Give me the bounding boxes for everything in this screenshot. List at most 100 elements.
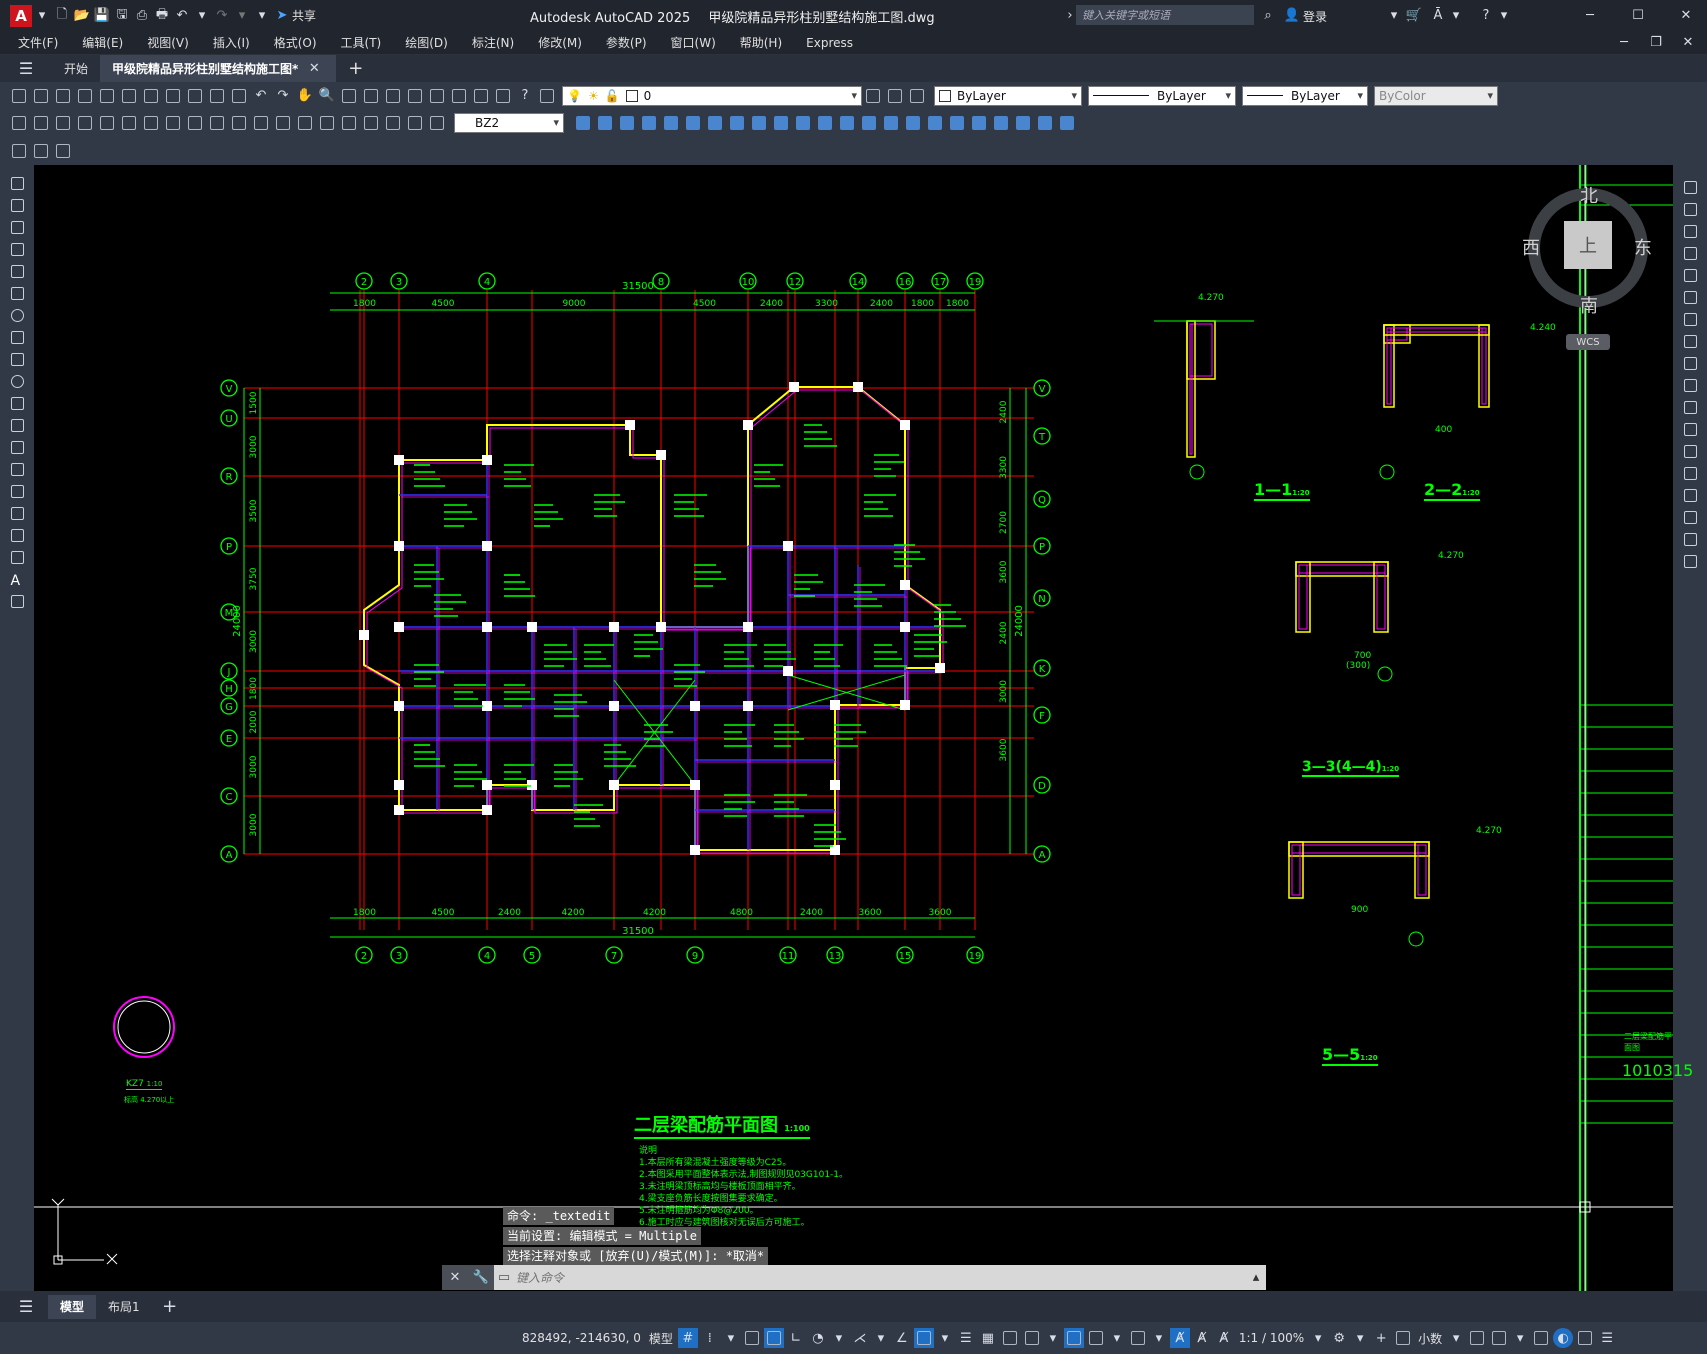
plot-preview-icon[interactable] (97, 86, 117, 106)
layer-properties-icon[interactable] (537, 86, 557, 106)
command-line[interactable]: ✕ 🔧 ▭ ▴ (442, 1265, 1266, 1290)
chevron-down-icon[interactable]: ▾ (234, 8, 250, 24)
arc-icon[interactable] (7, 283, 27, 303)
3d-array-icon[interactable] (991, 113, 1011, 133)
snap-icon[interactable]: ⁞ (700, 1328, 720, 1348)
workspace-gear-icon[interactable]: ⚙ (1329, 1328, 1349, 1348)
point-icon[interactable] (7, 459, 27, 479)
doc-restore-icon[interactable]: ❐ (1648, 35, 1664, 51)
model-space-canvas[interactable]: 2 3 4 8 10 12 14 16 17 19 2 3 4 5 7 9 11 13 15 19 V U R P M J H G E C… (34, 165, 1693, 1291)
search-input[interactable]: 键入关键字或短语 (1076, 5, 1254, 25)
cone-icon[interactable] (617, 113, 637, 133)
lineweight-toggle-icon[interactable]: ☰ (956, 1328, 976, 1348)
rotate-icon[interactable] (1680, 309, 1700, 329)
jogged-dim-icon[interactable] (119, 113, 139, 133)
diameter-dim-icon[interactable] (141, 113, 161, 133)
linetype-dropdown[interactable]: ByLayer ▾ (1088, 85, 1236, 106)
cart-icon[interactable]: 🛒 (1406, 7, 1422, 23)
gizmo-icon[interactable] (1128, 1328, 1148, 1348)
add-layout-icon[interactable]: + (162, 1296, 178, 1317)
extend-icon[interactable] (1680, 397, 1700, 417)
undo-icon[interactable]: ↶ (174, 8, 190, 24)
plot-icon[interactable]: 🖶 (154, 7, 170, 24)
command-input[interactable] (514, 1265, 1246, 1290)
isodraft-icon[interactable]: ⋌ (850, 1328, 870, 1348)
plotstyle-dropdown[interactable]: ByColor ▾ (1374, 85, 1498, 106)
grid-icon[interactable]: # (677, 1328, 698, 1348)
slice-icon[interactable] (1013, 113, 1033, 133)
tolerance-icon[interactable] (295, 113, 315, 133)
stretch-icon[interactable] (1680, 353, 1700, 373)
viewcube-south[interactable]: 南 (1580, 292, 1598, 318)
subtract-icon[interactable] (881, 113, 901, 133)
transparency-icon[interactable]: ▦ (978, 1328, 998, 1348)
3d-rotate-icon[interactable] (947, 113, 967, 133)
dim-text-edit-icon[interactable] (405, 113, 425, 133)
mtext-icon[interactable]: A (7, 569, 27, 589)
baseline-dim-icon[interactable] (207, 113, 227, 133)
dynamic-input-icon[interactable] (763, 1328, 784, 1348)
close-icon[interactable]: ✕ (1678, 7, 1694, 23)
menu-tools[interactable]: 工具(T) (329, 34, 394, 51)
extrude-icon[interactable] (749, 113, 769, 133)
3d-osnap-icon[interactable] (1022, 1328, 1042, 1348)
edit-reference-icon[interactable] (31, 141, 51, 161)
share-icon[interactable]: ➤ (274, 8, 290, 24)
menu-window[interactable]: 窗口(W) (659, 34, 728, 51)
auto-scale-icon[interactable]: Ⱥ (1192, 1328, 1212, 1348)
radius-dim-icon[interactable] (97, 113, 117, 133)
markup-icon[interactable] (471, 86, 491, 106)
cylinder-icon[interactable] (661, 113, 681, 133)
circle-icon[interactable] (7, 305, 27, 325)
3d-move-icon[interactable] (925, 113, 945, 133)
angular-dim-icon[interactable] (163, 113, 183, 133)
tab-document[interactable]: 甲级院精品异形柱别墅结构施工图* ✕ (100, 55, 337, 82)
object-snap-tracking-icon[interactable]: ∠ (892, 1328, 912, 1348)
share-label[interactable]: 共享 (292, 7, 316, 24)
menu-file[interactable]: 文件(F) (6, 34, 70, 51)
chevron-down-icon[interactable]: ▾ (1512, 1330, 1528, 1346)
publish-icon[interactable] (119, 86, 139, 106)
undo-icon[interactable]: ↶ (251, 86, 271, 106)
3d-align-icon[interactable] (969, 113, 989, 133)
wedge-icon[interactable] (595, 113, 615, 133)
tool-palettes-icon[interactable] (427, 86, 447, 106)
menu-modify[interactable]: 修改(M) (526, 34, 594, 51)
viewcube-face-top[interactable]: 上 (1564, 221, 1612, 269)
union-icon[interactable] (859, 113, 879, 133)
arc-length-icon[interactable] (53, 113, 73, 133)
new-tab-button[interactable]: + (336, 55, 375, 82)
open-folder-icon[interactable]: 📂 (74, 8, 90, 24)
loft-icon[interactable] (837, 113, 857, 133)
quick-properties-icon[interactable] (1467, 1328, 1487, 1348)
quick-dim-icon[interactable] (185, 113, 205, 133)
wrench-icon[interactable]: 🔧 (473, 1270, 489, 1286)
help-icon[interactable]: ? (1478, 7, 1494, 23)
color-dropdown[interactable]: ByLayer ▾ (934, 85, 1082, 106)
layer-state-icon[interactable] (907, 86, 927, 106)
selection-cycling-icon[interactable] (1000, 1328, 1020, 1348)
ellipse-arc-icon[interactable] (7, 393, 27, 413)
copy-object-icon[interactable] (1680, 199, 1700, 219)
tab-close-icon[interactable]: ✕ (306, 61, 322, 77)
units-value[interactable]: 小数 (1418, 1330, 1442, 1347)
chevron-down-icon[interactable]: ▾ (1448, 7, 1464, 23)
fillet-icon[interactable] (1680, 507, 1700, 527)
tab-start[interactable]: 开始 (52, 55, 100, 82)
cut-icon[interactable] (163, 86, 183, 106)
menu-view[interactable]: 视图(V) (135, 34, 201, 51)
chevron-down-icon[interactable]: ▾ (194, 8, 210, 24)
chevron-down-icon[interactable]: ▾ (1448, 1330, 1464, 1346)
layer-previous-icon[interactable] (885, 86, 905, 106)
annotation-visibility-icon[interactable]: Ⱥ (1169, 1328, 1190, 1348)
torus-icon[interactable] (683, 113, 703, 133)
ordinate-dim-icon[interactable] (75, 113, 95, 133)
menu-express[interactable]: Express (794, 36, 865, 50)
rectangle-icon[interactable] (7, 261, 27, 281)
aligned-dim-icon[interactable] (31, 113, 51, 133)
autodesk-a-icon[interactable]: Ā (1430, 7, 1446, 23)
offset-icon[interactable] (1680, 243, 1700, 263)
dimstyle-dropdown[interactable]: BZ2 ▾ (454, 113, 564, 133)
sheet-set-icon[interactable] (449, 86, 469, 106)
design-center-icon[interactable] (405, 86, 425, 106)
